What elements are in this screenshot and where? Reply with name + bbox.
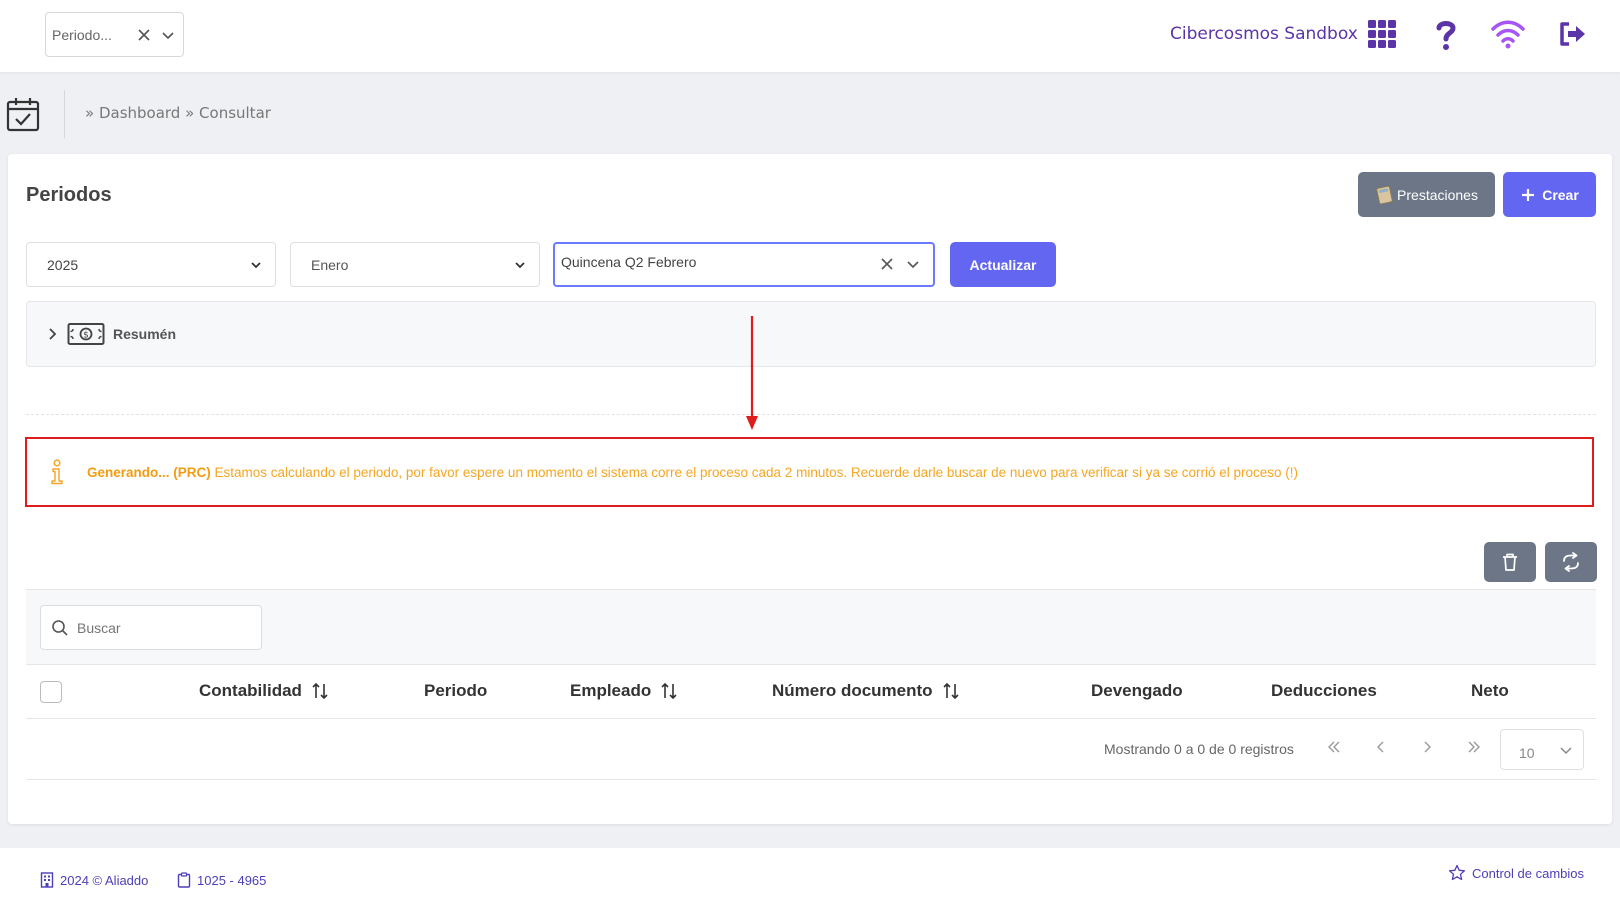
search-input[interactable] (77, 619, 237, 636)
prestaciones-label: Prestaciones (1397, 186, 1478, 203)
month-select[interactable]: Enero (290, 242, 540, 287)
refresh-icon (1563, 552, 1579, 572)
refresh-button[interactable] (1545, 542, 1597, 582)
sort-icon (312, 682, 328, 700)
control-de-cambios-label: Control de cambios (1472, 865, 1584, 881)
chevron-right-icon (49, 328, 57, 340)
resumen-accordion[interactable]: $ Resumén (26, 301, 1596, 367)
money-bill-icon: $ (67, 323, 105, 345)
page-size-select[interactable]: 10 (1500, 729, 1584, 770)
annotation-arrow (746, 316, 758, 430)
help-icon[interactable] (1428, 16, 1464, 52)
delete-button[interactable] (1484, 542, 1536, 582)
info-icon (51, 459, 63, 485)
last-page-icon[interactable] (1466, 739, 1482, 755)
chevron-down-icon[interactable] (905, 256, 921, 272)
alert-message: Estamos calculando el periodo, por favor… (210, 464, 1299, 480)
alert-status: Generando... (PRC) (87, 464, 211, 480)
apps-grid-icon[interactable] (1364, 16, 1400, 52)
year-select[interactable]: 2025 (26, 242, 276, 287)
footer-version: 1025 - 4965 (177, 872, 266, 888)
column-label: Contabilidad (199, 681, 302, 700)
wifi-icon[interactable] (1490, 16, 1526, 52)
column-contabilidad[interactable]: Contabilidad (199, 681, 328, 701)
year-select-value: 2025 (47, 256, 79, 273)
table-header: Contabilidad Periodo Empleado Número doc… (26, 664, 1596, 719)
column-devengado[interactable]: Devengado (1091, 681, 1183, 701)
column-label: Deducciones (1271, 681, 1377, 700)
breadcrumb-divider (64, 90, 65, 138)
search-box[interactable] (40, 605, 262, 650)
next-page-icon[interactable] (1419, 739, 1435, 755)
column-label: Neto (1471, 681, 1509, 700)
column-label: Periodo (424, 681, 488, 700)
column-numero-documento[interactable]: Número documento (772, 681, 959, 701)
footer: 2024 © Aliaddo 1025 - 4965 Control de ca… (0, 848, 1620, 904)
processing-alert: Generando... (PRC) Estamos calculando el… (25, 437, 1594, 507)
table-toolbar (26, 589, 1596, 664)
first-page-icon[interactable] (1326, 739, 1342, 755)
plus-icon (1522, 188, 1535, 201)
sort-icon (661, 682, 677, 700)
actualizar-button[interactable]: Actualizar (950, 242, 1056, 287)
quincena-select-value: Quincena Q2 Febrero (561, 254, 697, 270)
quincena-select[interactable]: Quincena Q2 Febrero (553, 242, 935, 287)
chevron-down-icon (251, 261, 261, 268)
select-all-checkbox[interactable] (40, 681, 62, 703)
crear-button[interactable]: Crear (1503, 172, 1596, 217)
section-divider (26, 414, 1596, 415)
period-select-value: Periodo... (52, 26, 112, 43)
building-icon (40, 872, 54, 888)
logout-icon[interactable] (1554, 16, 1590, 52)
chevron-down-icon[interactable] (159, 26, 177, 44)
column-neto[interactable]: Neto (1471, 681, 1509, 701)
search-icon (52, 619, 68, 636)
chevron-down-icon (515, 261, 525, 268)
clipboard-icon (177, 872, 191, 888)
star-icon (1448, 864, 1466, 881)
calendar-check-icon (6, 98, 40, 132)
breadcrumb[interactable]: » Dashboard » Consultar (85, 104, 271, 122)
prestaciones-button[interactable]: Prestaciones (1358, 172, 1495, 217)
pagination: Mostrando 0 a 0 de 0 registros 10 (26, 719, 1596, 780)
column-empleado[interactable]: Empleado (570, 681, 677, 701)
copyright-text: 2024 © Aliaddo (60, 872, 149, 888)
resumen-label: Resumén (113, 326, 177, 342)
company-name[interactable]: Cibercosmos Sandbox (1170, 24, 1358, 44)
prev-page-icon[interactable] (1373, 739, 1389, 755)
calculator-icon (1376, 185, 1393, 204)
column-label: Devengado (1091, 681, 1183, 700)
column-label: Empleado (570, 681, 652, 700)
column-periodo[interactable]: Periodo (424, 681, 487, 701)
footer-copyright: 2024 © Aliaddo (40, 872, 148, 888)
svg-text:$: $ (83, 331, 89, 341)
column-deducciones[interactable]: Deducciones (1271, 681, 1377, 701)
control-de-cambios-link[interactable]: Control de cambios (1448, 864, 1584, 882)
column-label: Número documento (772, 681, 933, 700)
page-size-value: 10 (1519, 744, 1535, 761)
records-info: Mostrando 0 a 0 de 0 registros (1104, 741, 1294, 757)
version-text: 1025 - 4965 (197, 872, 267, 888)
top-bar: Periodo... Cibercosmos Sandbox (0, 0, 1620, 72)
month-select-value: Enero (311, 256, 349, 273)
data-table: Contabilidad Periodo Empleado Número doc… (26, 589, 1596, 780)
clear-icon[interactable] (135, 26, 153, 44)
clear-icon[interactable] (879, 256, 895, 272)
chevron-down-icon (1560, 746, 1572, 754)
page-title: Periodos (26, 184, 112, 206)
alert-text: Generando... (PRC) Estamos calculando el… (87, 465, 1298, 480)
trash-icon (1503, 553, 1517, 571)
period-select[interactable]: Periodo... (45, 12, 184, 57)
sort-icon (942, 682, 959, 700)
crear-label: Crear (1542, 186, 1579, 203)
